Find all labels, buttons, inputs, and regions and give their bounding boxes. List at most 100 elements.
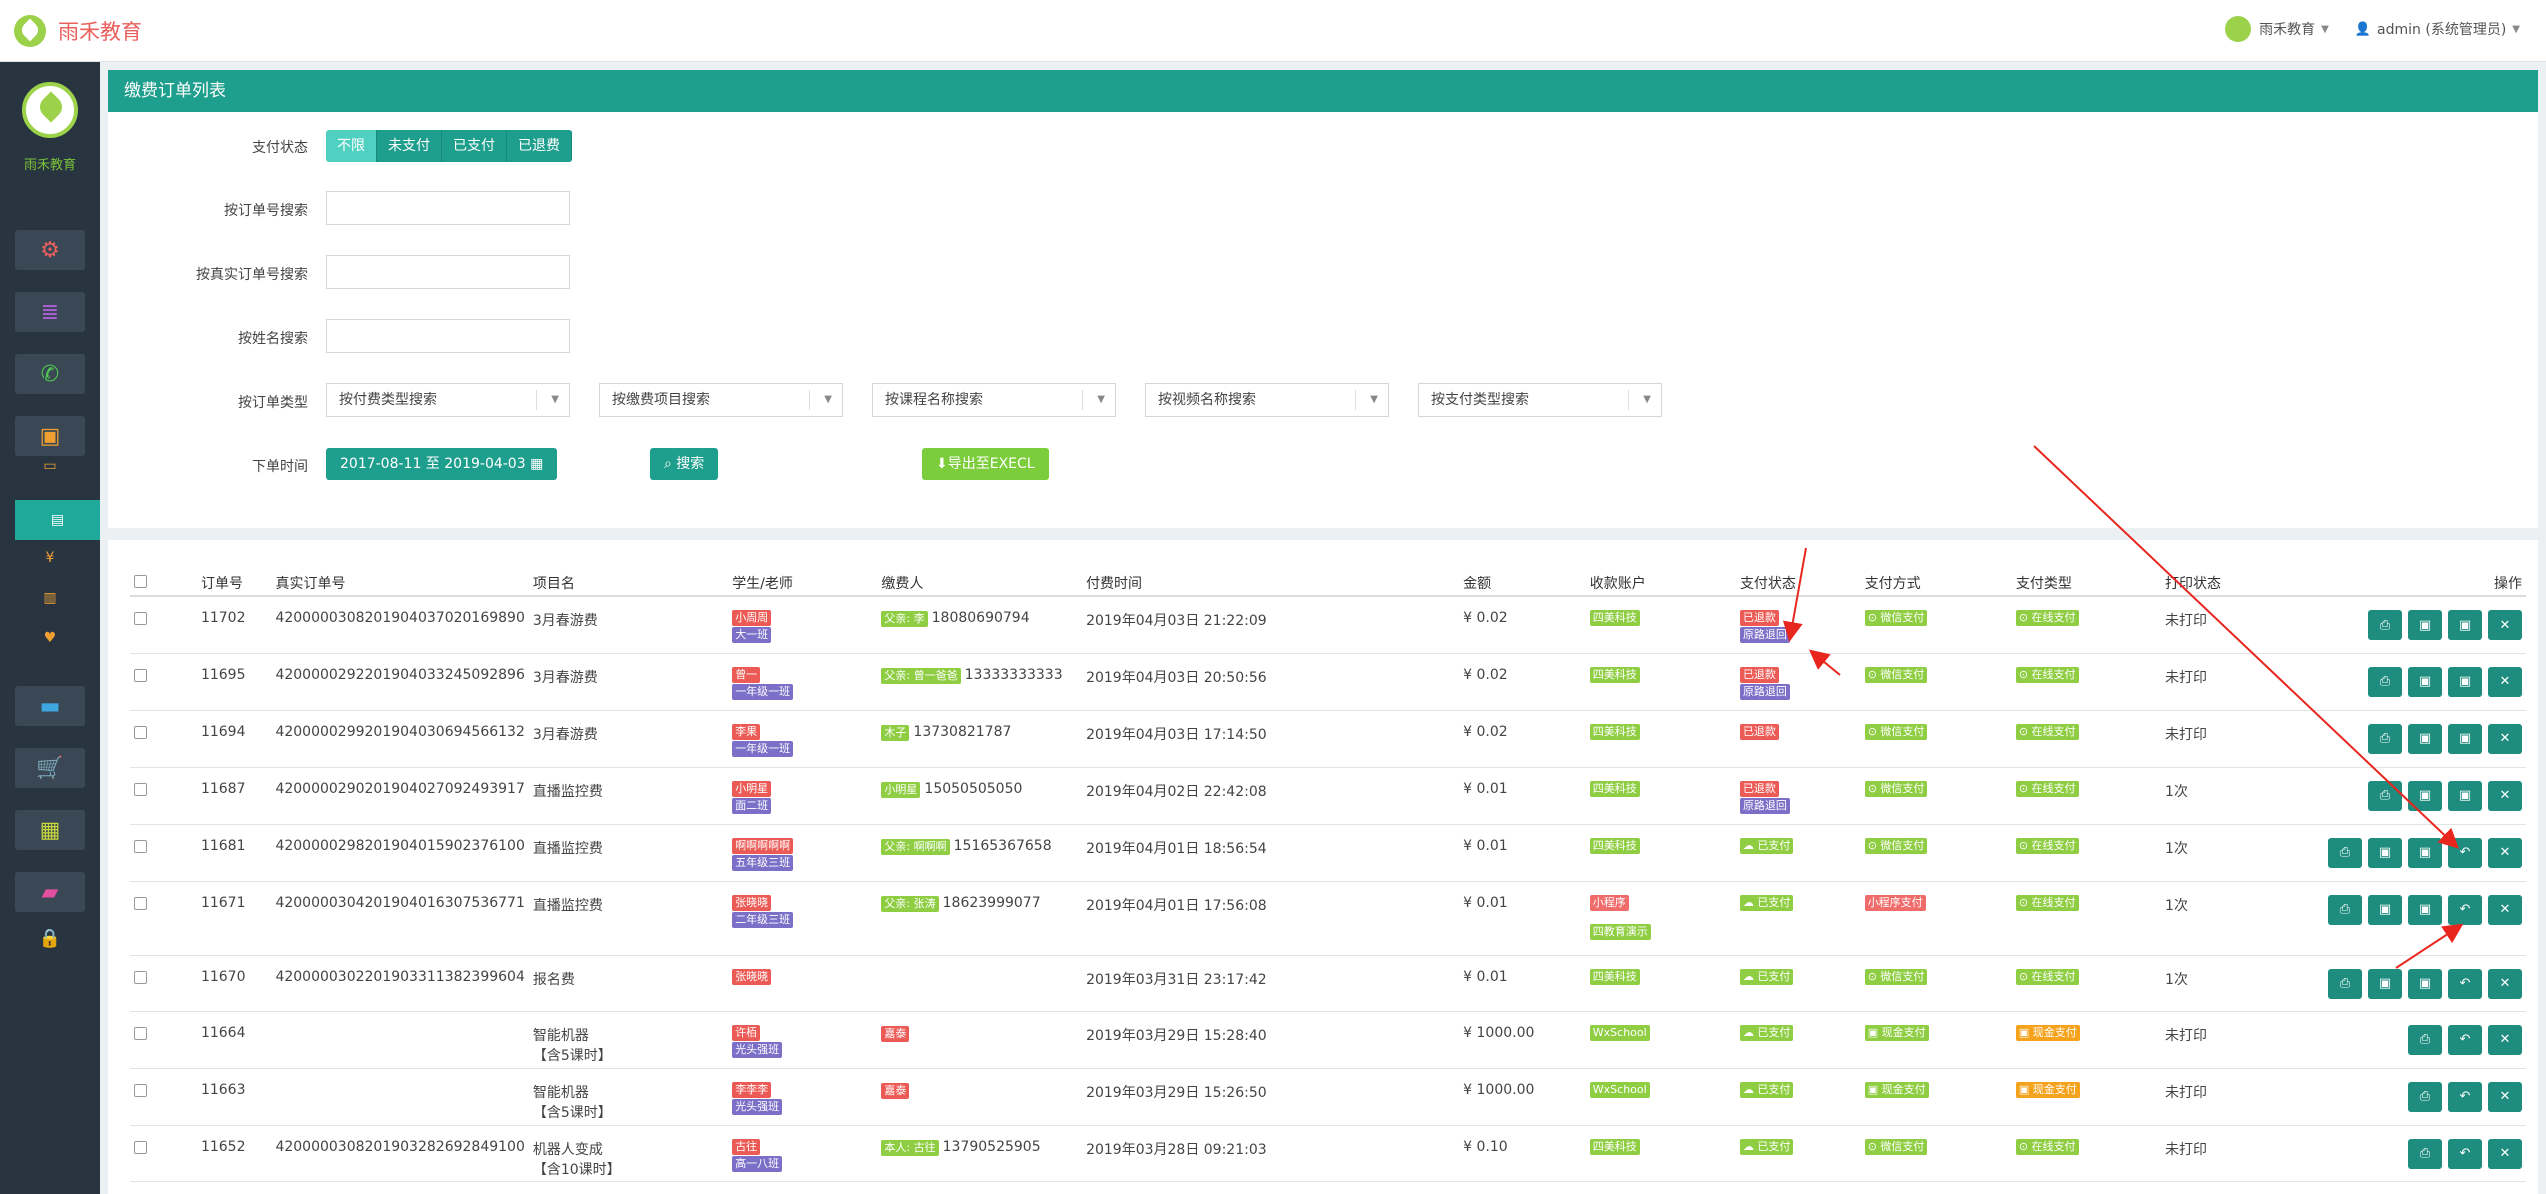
refund-button[interactable]: ↶ [2448, 1138, 2482, 1169]
delete-button[interactable]: ✕ [2488, 894, 2522, 925]
receipt-icon: ▣ [2418, 731, 2432, 746]
print-button[interactable]: ⎙ [2328, 968, 2362, 999]
user-menu[interactable]: 👤 admin (系统管理员) ▼ [2355, 19, 2520, 39]
row-checkbox[interactable] [134, 1140, 147, 1154]
row-checkbox[interactable] [134, 839, 147, 853]
amount-cell: ¥ 0.01 [1459, 824, 1586, 882]
pay-status-option-paid[interactable]: 已支付 [442, 130, 507, 162]
lock-icon[interactable]: 🔒 [0, 920, 100, 956]
delete-button[interactable]: ✕ [2488, 1138, 2522, 1169]
real-order-no-input[interactable] [326, 255, 570, 289]
delete-button[interactable]: ✕ [2488, 666, 2522, 697]
sidebar-sub-money-icon[interactable]: ▭ [0, 448, 100, 484]
wechat-icon[interactable]: ✆ [15, 354, 85, 394]
calculator-icon[interactable]: ▦ [15, 810, 85, 850]
print-button[interactable]: ⎙ [2368, 780, 2402, 811]
row-checkbox[interactable] [134, 725, 147, 739]
payer-phone: 15165367658 [953, 837, 1052, 854]
col-real-order-no: 真实订单号 [271, 570, 529, 597]
org-menu[interactable]: 雨禾教育 ▼ [2225, 16, 2329, 42]
card-icon[interactable]: ▬ [15, 686, 85, 726]
print-button[interactable]: ⎙ [2368, 666, 2402, 697]
receipt-button[interactable]: ▣ [2368, 968, 2402, 999]
print-button[interactable]: ⎙ [2408, 1081, 2442, 1112]
pay-status-label: 支付状态 [252, 140, 308, 156]
print-icon[interactable]: ▥ [0, 580, 100, 616]
yen-icon[interactable]: ¥ [0, 540, 100, 576]
money-button[interactable]: ▣ [2448, 723, 2482, 754]
sidebar-active-chart-icon[interactable]: ▤ [15, 500, 100, 540]
pay-type-select[interactable]: 按付费类型搜索 ▼ [326, 383, 570, 417]
row-checkbox[interactable] [134, 668, 147, 682]
pay-status-option-unpaid[interactable]: 未支付 [377, 130, 442, 162]
export-button[interactable]: ⬇导出至EXECL [922, 448, 1049, 480]
pay-status-option-refunded[interactable]: 已退费 [507, 130, 572, 162]
delete-button[interactable]: ✕ [2488, 723, 2522, 754]
row-checkbox[interactable] [134, 970, 147, 984]
payer-tag: 父亲: 李 [881, 611, 928, 627]
print-button[interactable]: ⎙ [2408, 1138, 2442, 1169]
row-checkbox[interactable] [134, 896, 147, 910]
pay-status-option-all[interactable]: 不限 [326, 130, 377, 162]
receipt-button[interactable]: ▣ [2368, 837, 2402, 868]
col-pay-method: 支付方式 [1860, 570, 2012, 597]
delete-button[interactable]: ✕ [2488, 968, 2522, 999]
refund-button[interactable]: ↶ [2448, 837, 2482, 868]
refund-button[interactable]: ↶ [2448, 1081, 2482, 1112]
fee-item-select[interactable]: 按缴费项目搜索 ▼ [599, 383, 843, 417]
receipt-button[interactable]: ▣ [2408, 666, 2442, 697]
money-button[interactable]: ▣ [2448, 610, 2482, 640]
student-cell: 古往 高一八班 [728, 1125, 878, 1182]
receipt-button[interactable]: ▣ [2408, 610, 2442, 640]
heart-icon[interactable]: ♥ [0, 620, 100, 656]
delete-button[interactable]: ✕ [2488, 1081, 2522, 1112]
cart-icon[interactable]: 🛒 [15, 748, 85, 788]
print-button[interactable]: ⎙ [2328, 894, 2362, 925]
brand[interactable]: 雨禾教育 [14, 15, 142, 47]
refund-button[interactable]: ↶ [2448, 1024, 2482, 1055]
org-logo [2225, 16, 2252, 42]
real-order-no-cell [271, 1011, 529, 1069]
refund-button[interactable]: ↶ [2448, 968, 2482, 999]
pay-type-tags: ⊙ 在线支付 [2015, 968, 2157, 986]
row-select-cell [130, 653, 197, 711]
book-icon[interactable]: ▰ [15, 872, 85, 912]
pay-type-tag: ▣ 现金支付 [2015, 1081, 2080, 1098]
row-checkbox[interactable] [134, 1026, 147, 1040]
print-button[interactable]: ⎙ [2408, 1024, 2442, 1055]
date-range-picker[interactable]: 2017-08-11 至 2019-04-03 ▦ [326, 448, 558, 480]
money-button[interactable]: ▣ [2408, 968, 2442, 999]
print-button[interactable]: ⎙ [2368, 610, 2402, 640]
gear-icon[interactable]: ⚙ [15, 230, 85, 270]
course-name-select[interactable]: 按课程名称搜索 ▼ [872, 383, 1116, 417]
money-button[interactable]: ▣ [2448, 666, 2482, 697]
select-all-checkbox[interactable] [134, 575, 147, 588]
payer-cell: 本人: 古往 13790525905 [877, 1125, 1083, 1182]
delete-button[interactable]: ✕ [2488, 610, 2522, 640]
receipt-button[interactable]: ▣ [2368, 894, 2402, 925]
payment-type-select[interactable]: 按支付类型搜索 ▼ [1418, 383, 1662, 417]
video-name-select[interactable]: 按视频名称搜索 ▼ [1145, 383, 1389, 417]
account-cell: WxSchool [1585, 1011, 1736, 1069]
print-button[interactable]: ⎙ [2328, 837, 2362, 868]
refund-button[interactable]: ↶ [2448, 894, 2482, 925]
receipt-button[interactable]: ▣ [2408, 780, 2442, 811]
order-no-input[interactable] [326, 191, 570, 225]
row-checkbox[interactable] [134, 1083, 147, 1097]
delete-button[interactable]: ✕ [2488, 780, 2522, 811]
database-icon[interactable]: ≣ [15, 292, 85, 332]
name-input[interactable] [326, 319, 570, 353]
payer-tag: 小明星 [881, 781, 921, 798]
receipt-button[interactable]: ▣ [2408, 723, 2442, 754]
row-select-cell [130, 955, 197, 1012]
delete-button[interactable]: ✕ [2488, 1024, 2522, 1055]
print-button[interactable]: ⎙ [2368, 723, 2402, 754]
money-button[interactable]: ▣ [2408, 837, 2442, 868]
money-button[interactable]: ▣ [2408, 894, 2442, 925]
delete-button[interactable]: ✕ [2488, 837, 2522, 868]
row-checkbox[interactable] [134, 612, 147, 625]
search-button[interactable]: ⌕ 搜索 [650, 448, 719, 480]
actions-cell: ⎙ ▣ ▣ ✕ [2323, 710, 2526, 768]
money-button[interactable]: ▣ [2448, 780, 2482, 811]
row-checkbox[interactable] [134, 782, 147, 796]
